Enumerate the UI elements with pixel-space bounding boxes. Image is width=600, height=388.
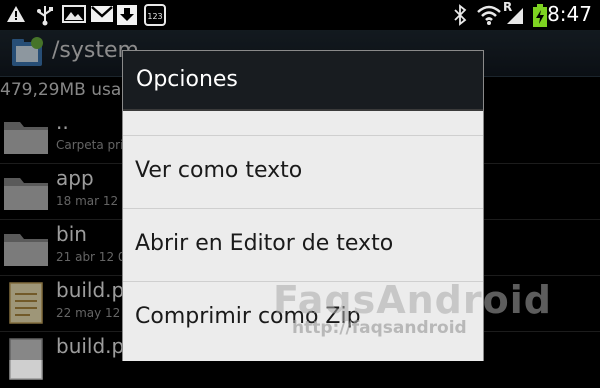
watermark-url: http://faqsandroid: [292, 318, 467, 338]
menu-item-label: Ver como texto: [135, 158, 303, 183]
warning-icon: [7, 6, 25, 22]
gallery-icon: [62, 5, 86, 23]
menu-item-blank[interactable]: [123, 63, 483, 135]
gmail-icon: [91, 6, 113, 22]
menu-item-label: Abrir en Editor de texto: [135, 231, 394, 256]
data-icon: 123: [144, 4, 166, 26]
battery-charging-icon: [533, 4, 547, 27]
menu-item-open-in-text-editor[interactable]: Abrir en Editor de texto: [123, 209, 483, 281]
usb-icon: [37, 6, 53, 26]
signal-icon: [507, 8, 523, 24]
status-bar: 123 R 8:47: [0, 0, 600, 30]
clock: 8:47: [547, 2, 592, 26]
download-icon: [117, 5, 137, 25]
watermark-brand: FaqsAndroid: [273, 278, 552, 322]
menu-item-view-as-text[interactable]: Ver como texto: [123, 136, 483, 208]
wifi-icon: [477, 5, 501, 25]
bluetooth-icon: [454, 4, 467, 26]
svg-text:123: 123: [147, 12, 162, 21]
